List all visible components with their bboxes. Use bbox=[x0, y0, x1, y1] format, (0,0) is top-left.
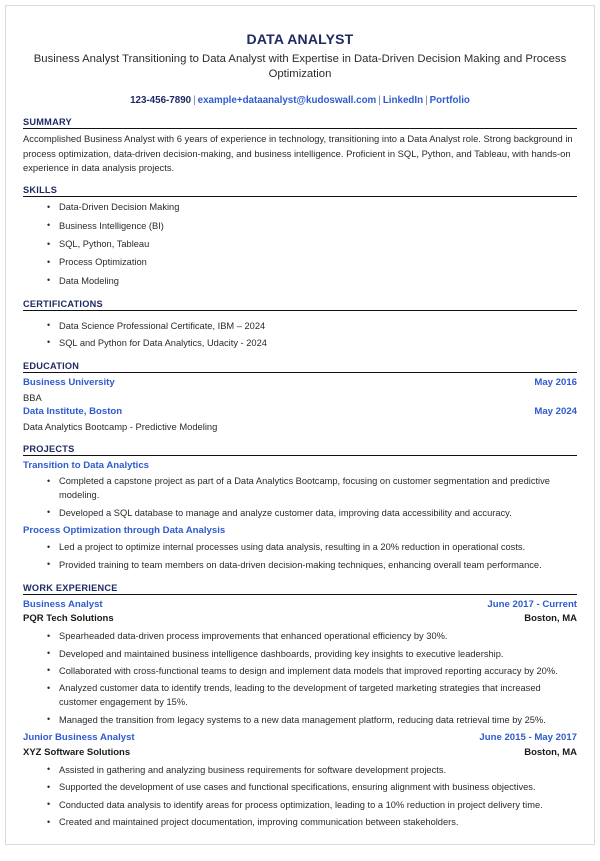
section-education: EDUCATION Business University May 2016 B… bbox=[23, 361, 577, 434]
education-entry: Data Institute, Boston May 2024 Data Ana… bbox=[23, 405, 577, 434]
work-entry-title-row: Junior Business Analyst June 2015 - May … bbox=[23, 731, 577, 746]
work-location: Boston, MA bbox=[524, 747, 577, 759]
work-date-range: June 2015 - May 2017 bbox=[479, 732, 577, 744]
skills-list: Data-Driven Decision Making Business Int… bbox=[23, 201, 577, 289]
project-bullets: Completed a capstone project as part of … bbox=[23, 475, 577, 520]
section-heading-skills: SKILLS bbox=[23, 185, 577, 198]
section-heading-summary: SUMMARY bbox=[23, 117, 577, 130]
education-degree: Data Analytics Bootcamp - Predictive Mod… bbox=[23, 420, 218, 432]
work-company: PQR Tech Solutions bbox=[23, 613, 114, 625]
education-school: Data Institute, Boston bbox=[23, 405, 123, 417]
work-entry: Junior Business Analyst June 2015 - May … bbox=[23, 731, 577, 830]
project-title: Transition to Data Analytics bbox=[23, 459, 149, 471]
section-projects: PROJECTS Transition to Data Analytics Co… bbox=[23, 444, 577, 573]
work-date-range: June 2017 - Current bbox=[487, 598, 577, 610]
linkedin-link[interactable]: LinkedIn bbox=[383, 95, 423, 106]
list-item: Spearheaded data-driven process improvem… bbox=[47, 630, 577, 644]
work-entry-title-row: Business Analyst June 2017 - Current bbox=[23, 598, 577, 613]
list-item: Created and maintained project documenta… bbox=[47, 816, 577, 830]
list-item: Collaborated with cross-functional teams… bbox=[47, 664, 577, 679]
list-item: SQL and Python for Data Analytics, Udaci… bbox=[47, 336, 577, 351]
work-entry: Business Analyst June 2017 - Current PQR… bbox=[23, 598, 577, 728]
list-item: Data Modeling bbox=[47, 274, 577, 289]
list-item: Business Intelligence (BI) bbox=[47, 219, 577, 234]
project-title: Process Optimization through Data Analys… bbox=[23, 525, 226, 537]
list-item: Data Science Professional Certificate, I… bbox=[47, 319, 577, 334]
education-entry: Business University May 2016 BBA bbox=[23, 376, 577, 405]
education-date: May 2024 bbox=[534, 405, 577, 417]
section-heading-education: EDUCATION bbox=[23, 361, 577, 373]
list-item: Led a project to optimize internal proce… bbox=[47, 541, 577, 555]
resume-header: DATA ANALYST Business Analyst Transition… bbox=[23, 31, 577, 107]
list-item: Analyzed customer data to identify trend… bbox=[47, 682, 577, 710]
phone-number: 123-456-7890 bbox=[130, 94, 192, 106]
list-item: Managed the transition from legacy syste… bbox=[47, 713, 577, 728]
list-item: Developed and maintained business intell… bbox=[47, 647, 577, 662]
list-item: Provided training to team members on dat… bbox=[47, 558, 577, 573]
page-title: DATA ANALYST bbox=[246, 31, 354, 47]
list-item: Assisted in gathering and analyzing busi… bbox=[47, 763, 577, 778]
email-link[interactable]: example+dataanalyst@kudoswall.com bbox=[198, 95, 377, 106]
summary-text: Accomplished Business Analyst with 6 yea… bbox=[23, 133, 573, 173]
work-entry-company-row: PQR Tech Solutions Boston, MA bbox=[23, 612, 577, 627]
work-company: XYZ Software Solutions bbox=[23, 747, 131, 759]
list-item: Process Optimization bbox=[47, 256, 577, 270]
work-entry-company-row: XYZ Software Solutions Boston, MA bbox=[23, 746, 577, 761]
resume-page: DATA ANALYST Business Analyst Transition… bbox=[5, 5, 595, 845]
project-entry: Process Optimization through Data Analys… bbox=[23, 524, 577, 572]
project-entry: Transition to Data Analytics Completed a… bbox=[23, 459, 577, 521]
work-job-title: Junior Business Analyst bbox=[23, 732, 135, 744]
list-item: Developed a SQL database to manage and a… bbox=[47, 506, 577, 521]
list-item: SQL, Python, Tableau bbox=[47, 238, 577, 252]
list-item: Conducted data analysis to identify area… bbox=[47, 798, 577, 813]
education-entry-header: Business University May 2016 bbox=[23, 376, 577, 391]
section-work-experience: WORK EXPERIENCE Business Analyst June 20… bbox=[23, 583, 577, 831]
work-bullets: Assisted in gathering and analyzing busi… bbox=[23, 763, 577, 830]
section-heading-projects: PROJECTS bbox=[23, 444, 577, 456]
portfolio-link[interactable]: Portfolio bbox=[430, 95, 470, 106]
education-date: May 2016 bbox=[534, 376, 577, 388]
education-school: Business University bbox=[23, 376, 115, 388]
education-degree: BBA bbox=[23, 391, 42, 403]
list-item: Completed a capstone project as part of … bbox=[47, 475, 577, 503]
contact-line: 123-456-7890 | example+dataanalyst@kudoswa… bbox=[23, 94, 577, 108]
section-certifications: CERTIFICATIONS Data Science Professional… bbox=[23, 299, 577, 351]
education-entry-header: Data Institute, Boston May 2024 bbox=[23, 405, 577, 420]
work-location: Boston, MA bbox=[524, 613, 577, 625]
section-skills: SKILLS Data-Driven Decision Making Busin… bbox=[23, 185, 577, 289]
work-job-title: Business Analyst bbox=[23, 598, 103, 610]
headline-subtitle: Business Analyst Transitioning to Data A… bbox=[33, 52, 567, 80]
section-summary: SUMMARY Accomplished Business Analyst wi… bbox=[23, 117, 577, 175]
section-heading-work-experience: WORK EXPERIENCE bbox=[23, 583, 577, 595]
list-item: Supported the development of use cases a… bbox=[47, 781, 577, 795]
list-item: Data-Driven Decision Making bbox=[47, 201, 577, 215]
work-bullets: Spearheaded data-driven process improvem… bbox=[23, 630, 577, 728]
certifications-list: Data Science Professional Certificate, I… bbox=[23, 319, 577, 351]
section-heading-certifications: CERTIFICATIONS bbox=[23, 299, 577, 311]
project-bullets: Led a project to optimize internal proce… bbox=[23, 541, 577, 572]
